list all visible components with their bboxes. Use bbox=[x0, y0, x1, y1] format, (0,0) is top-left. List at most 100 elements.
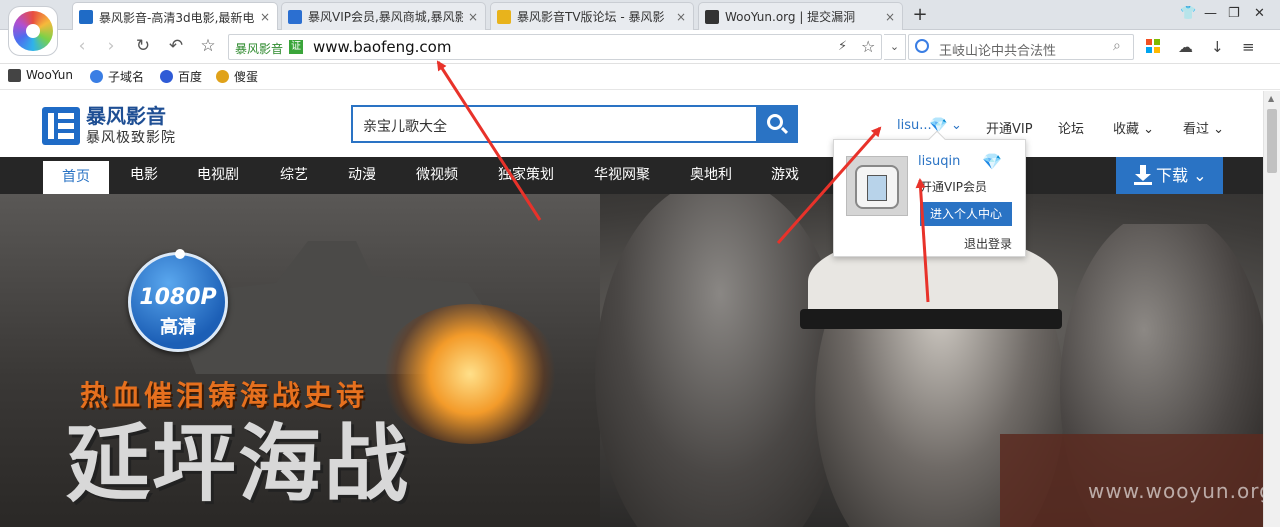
site-nav: 首页 电影 电视剧 综艺 动漫 微视频 独家策划 华视网聚 奥地利 游戏 下载 … bbox=[0, 157, 1263, 194]
back-button[interactable]: ‹ bbox=[72, 36, 92, 56]
open-vip-link[interactable]: 开通VIP bbox=[986, 118, 1033, 137]
page-icon bbox=[288, 9, 302, 24]
site-search-button[interactable] bbox=[756, 105, 798, 143]
bolt-icon[interactable]: ⚡ bbox=[838, 39, 847, 54]
logo-name: 暴风影音 bbox=[86, 104, 166, 128]
browser-logo-icon[interactable] bbox=[8, 6, 58, 56]
nav-item-exclusive[interactable]: 独家策划 bbox=[498, 157, 554, 194]
download-button[interactable]: 下载 ⌄ bbox=[1116, 157, 1223, 194]
user-menu-trigger[interactable]: lisu... bbox=[897, 118, 932, 133]
address-bar-row: ‹ › ↻ ↶ ☆ 暴风影音 证 www.baofeng.com ⚡ ☆ ⌄ 王… bbox=[0, 30, 1280, 64]
undo-close-button[interactable]: ↶ bbox=[166, 36, 186, 56]
baidu-paw-icon bbox=[160, 70, 173, 83]
nav-item-movie[interactable]: 电影 bbox=[130, 157, 158, 194]
close-tab-icon[interactable]: × bbox=[259, 10, 271, 24]
bookmark-label: 百度 bbox=[178, 70, 203, 84]
baofeng-logo-icon bbox=[42, 107, 80, 145]
tab-baofeng-forum[interactable]: 暴风影音TV版论坛 - 暴风影 × bbox=[490, 2, 694, 30]
bookmark-baidu[interactable]: 百度 bbox=[160, 68, 202, 85]
scroll-up-icon[interactable]: ▲ bbox=[1268, 94, 1274, 103]
cloud-icon[interactable]: ☁ bbox=[1178, 38, 1193, 56]
subdomain-icon bbox=[90, 70, 103, 83]
favorites-link[interactable]: 收藏 ⌄ bbox=[1113, 118, 1154, 137]
nav-item-austria[interactable]: 奥地利 bbox=[690, 157, 732, 194]
site-header: 暴风影音 暴风极致影院 亲宝儿歌大全 lisu... 💎 ⌄ 开通VIP 论坛 … bbox=[0, 91, 1263, 157]
badge-resolution: 1080P bbox=[139, 285, 217, 310]
wooyun-icon bbox=[705, 9, 719, 24]
maximize-button[interactable]: ❐ bbox=[1228, 6, 1240, 21]
wooyun-icon bbox=[8, 68, 21, 82]
film-icon bbox=[79, 10, 93, 24]
bookmark-label: 傻蛋 bbox=[234, 70, 259, 84]
nav-item-home[interactable]: 首页 bbox=[43, 161, 109, 194]
chevron-down-icon[interactable]: ⌄ bbox=[884, 34, 906, 60]
avatar[interactable] bbox=[846, 156, 908, 216]
hero-title: 延坪海战 bbox=[66, 415, 411, 513]
search-box[interactable]: 王岐山论中共合法性 ⌕ bbox=[908, 34, 1134, 60]
hero-banner[interactable]: 1080P 高清 热血催泪铸海战史诗 延坪海战 www.wooyun.org bbox=[0, 194, 1263, 527]
baofeng-logo[interactable]: 暴风影音 暴风极致影院 bbox=[42, 105, 176, 147]
hero-tagline: 热血催泪铸海战史诗 bbox=[80, 379, 369, 412]
history-link[interactable]: 看过 ⌄ bbox=[1183, 118, 1224, 137]
nav-item-games[interactable]: 游戏 bbox=[771, 157, 799, 194]
reload-button[interactable]: ↻ bbox=[133, 36, 153, 56]
bookmarks-bar: WooYun 子域名 百度 傻蛋 bbox=[0, 64, 1280, 90]
search-engine-icon[interactable] bbox=[915, 39, 929, 53]
apps-grid-icon[interactable] bbox=[1146, 39, 1160, 53]
nav-item-tv[interactable]: 电视剧 bbox=[197, 157, 239, 194]
bookmark-star-button[interactable]: ☆ bbox=[198, 36, 218, 56]
page-viewport: 暴风影音 暴风极致影院 亲宝儿歌大全 lisu... 💎 ⌄ 开通VIP 论坛 … bbox=[0, 91, 1263, 527]
bookmark-label: 子域名 bbox=[108, 70, 145, 84]
watermark-text: www.wooyun.org bbox=[1088, 479, 1263, 503]
badge-hd-label: 高清 bbox=[160, 317, 196, 338]
nav-item-anime[interactable]: 动漫 bbox=[348, 157, 376, 194]
bookmark-wooyun[interactable]: WooYun bbox=[8, 68, 73, 82]
close-window-button[interactable]: ✕ bbox=[1254, 6, 1265, 21]
bookmark-label: WooYun bbox=[26, 68, 74, 82]
diamond-icon[interactable]: 💎 bbox=[982, 152, 1002, 171]
download-icon[interactable]: ↓ bbox=[1211, 38, 1224, 56]
site-search-text[interactable]: 亲宝儿歌大全 bbox=[363, 116, 447, 136]
close-tab-icon[interactable]: × bbox=[884, 10, 896, 24]
search-input[interactable]: 王岐山论中共合法性 bbox=[939, 40, 1056, 59]
menu-icon[interactable]: ≡ bbox=[1242, 38, 1255, 56]
tab-baofeng-home[interactable]: 暴风影音-高清3d电影,最新电 × bbox=[72, 2, 278, 31]
tab-baofeng-vip[interactable]: 暴风VIP会员,暴风商城,暴风影 × bbox=[281, 2, 486, 30]
tab-wooyun[interactable]: WooYun.org | 提交漏洞 × bbox=[698, 2, 903, 30]
trophy-icon bbox=[497, 9, 511, 24]
open-vip-member-link[interactable]: 开通VIP会员 bbox=[920, 178, 987, 195]
nav-item-microvideo[interactable]: 微视频 bbox=[416, 157, 458, 194]
forum-link[interactable]: 论坛 bbox=[1058, 118, 1084, 137]
nav-item-huashi[interactable]: 华视网聚 bbox=[594, 157, 650, 194]
forward-button[interactable]: › bbox=[101, 36, 121, 56]
close-tab-icon[interactable]: × bbox=[467, 10, 479, 24]
tab-title: WooYun.org | 提交漏洞 bbox=[725, 10, 856, 24]
chevron-down-icon[interactable]: ⌄ bbox=[951, 118, 962, 133]
minimize-button[interactable]: — bbox=[1204, 6, 1217, 21]
scroll-thumb[interactable] bbox=[1267, 109, 1277, 173]
site-identity-label[interactable]: 暴风影音 bbox=[235, 40, 283, 57]
bookmark-shadan[interactable]: 傻蛋 bbox=[216, 68, 258, 85]
popup-username[interactable]: lisuqin bbox=[918, 154, 960, 169]
url-text[interactable]: www.baofeng.com bbox=[313, 38, 451, 56]
favorite-star-icon[interactable]: ☆ bbox=[861, 37, 875, 56]
logout-link[interactable]: 退出登录 bbox=[964, 235, 1012, 252]
new-tab-button[interactable]: + bbox=[910, 4, 930, 25]
site-search-input[interactable]: 亲宝儿歌大全 bbox=[351, 105, 757, 143]
search-icon[interactable]: ⌕ bbox=[1113, 38, 1121, 54]
close-tab-icon[interactable]: × bbox=[675, 10, 687, 24]
skin-icon[interactable]: 👕 bbox=[1180, 6, 1196, 21]
hd-badge: 1080P 高清 bbox=[128, 249, 228, 352]
download-label: 下载 ⌄ bbox=[1156, 166, 1207, 185]
address-bar[interactable]: 暴风影音 证 www.baofeng.com ⚡ ☆ bbox=[228, 34, 882, 60]
browser-window: 暴风影音-高清3d电影,最新电 × 暴风VIP会员,暴风商城,暴风影 × 暴风影… bbox=[0, 0, 1280, 527]
tab-title: 暴风VIP会员,暴风商城,暴风影 bbox=[308, 10, 463, 24]
bookmark-subdomain[interactable]: 子域名 bbox=[90, 68, 144, 85]
cert-badge-icon[interactable]: 证 bbox=[289, 40, 303, 54]
logo-slogan: 暴风极致影院 bbox=[86, 130, 176, 146]
personal-center-button[interactable]: 进入个人中心 bbox=[920, 202, 1012, 226]
user-popup: lisuqin 💎 开通VIP会员 进入个人中心 退出登录 bbox=[833, 130, 1026, 257]
nav-item-variety[interactable]: 综艺 bbox=[280, 157, 308, 194]
egg-icon bbox=[216, 70, 229, 83]
scrollbar[interactable]: ▲ bbox=[1263, 91, 1280, 527]
